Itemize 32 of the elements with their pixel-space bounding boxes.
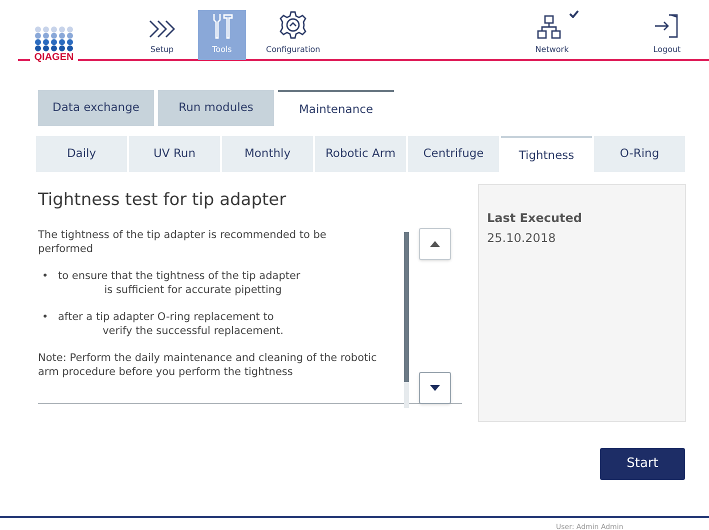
- bullet-mark: •: [42, 310, 50, 324]
- subtab[interactable]: Robotic Arm: [315, 136, 406, 172]
- section-title: Tightness test for tip adapter: [38, 189, 288, 212]
- bullet-mark: •: [42, 268, 50, 284]
- scroll-up-button[interactable]: [419, 228, 451, 260]
- chevrons-icon: [147, 18, 177, 40]
- header-button[interactable]: Network: [525, 10, 579, 60]
- bullet-text: after a tip adapter O-ring replacement to: [58, 310, 274, 324]
- subtab[interactable]: Daily: [36, 136, 127, 172]
- note-text: Note: Perform the daily maintenance and cleaning of the robotic arm procedure before you perform the tightness: [38, 350, 378, 378]
- gear-icon: [278, 10, 308, 40]
- tab[interactable]: Data exchange: [38, 90, 154, 126]
- scroll-down-button[interactable]: [419, 372, 451, 404]
- start-button[interactable]: Start: [600, 448, 685, 480]
- subtab[interactable]: UV Run: [129, 136, 220, 172]
- tab[interactable]: Run modules: [158, 90, 274, 126]
- subtab[interactable]: O-Ring: [594, 136, 685, 172]
- intro-text: The tightness of the tip adapter is recommended to be performed: [38, 228, 328, 256]
- subtab[interactable]: Centrifuge: [408, 136, 499, 172]
- subtab[interactable]: Monthly: [222, 136, 313, 172]
- company-logo: QIAGEN: [30, 26, 78, 63]
- bullet-text: verify the successful replacement.: [102, 324, 284, 338]
- triangle-down-icon: [430, 384, 440, 390]
- triangle-up-icon: [430, 240, 440, 246]
- bullet-text: is sufficient for accurate pipetting: [104, 282, 282, 296]
- nav-button[interactable]: Setup: [138, 10, 186, 60]
- dot-grid-icon: [34, 26, 74, 52]
- info-heading: Last Executed: [487, 210, 583, 227]
- info-value: 25.10.2018: [487, 230, 557, 247]
- bullet-text: to ensure that the tightness of the tip adapter: [58, 268, 300, 282]
- nav-button[interactable]: Configuration: [258, 10, 328, 60]
- header-button[interactable]: Logout: [643, 10, 691, 60]
